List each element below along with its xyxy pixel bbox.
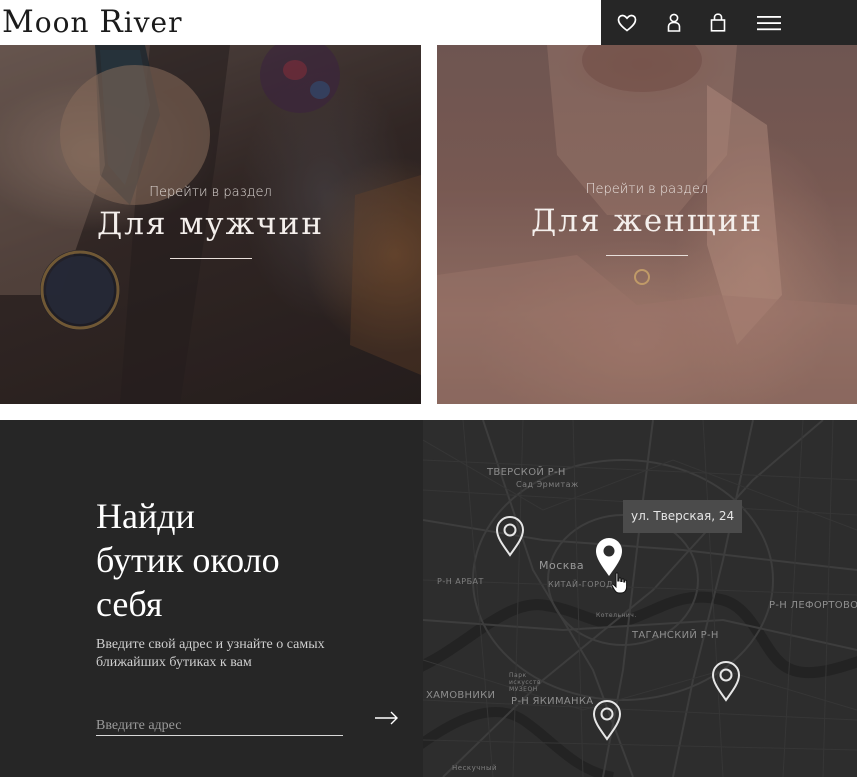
map-label-arbat: Р-Н АРБАТ <box>437 577 484 586</box>
logo-letter-r: R <box>99 4 124 40</box>
user-icon <box>667 13 681 32</box>
category-tile-men[interactable]: Перейти в раздел Для мужчин <box>0 45 421 404</box>
map-label-sad-ermitazh: Сад Эрмитаж <box>516 480 579 489</box>
boutique-finder: Найди бутик около себя Введите свой адре… <box>0 420 423 777</box>
finder-description: Введите свой адрес и узнайте о самых бли… <box>96 637 325 670</box>
menu-button[interactable] <box>749 0 789 45</box>
women-tile-subtitle: Перейти в раздел <box>585 182 709 197</box>
map-label-lefortovo: Р-Н ЛЕФОРТОВО <box>769 600 857 611</box>
men-tile-underline <box>169 258 252 259</box>
map-label-tverskoy: ТВЕРСКОЙ Р-Н <box>487 467 566 478</box>
cart-button[interactable] <box>698 0 738 45</box>
map-pin[interactable] <box>495 515 525 557</box>
favorites-button[interactable] <box>607 0 647 45</box>
finder-heading-line: Найди <box>96 496 195 536</box>
bag-icon <box>710 13 726 32</box>
map-label-yakimanka: Р-Н ЯКИМАНКА <box>511 696 594 707</box>
logo-letter-m: M <box>2 4 35 40</box>
site-header: Moon River <box>0 0 857 45</box>
section-divider <box>0 404 857 420</box>
women-tile-underline <box>606 255 688 256</box>
address-field-wrapper <box>96 716 343 736</box>
hand-cursor-icon <box>611 572 628 594</box>
map-pin-tooltip: ул. Тверская, 24 <box>623 500 743 533</box>
men-tile-title: Для мужчин <box>97 206 324 242</box>
arrow-right-icon <box>375 711 398 725</box>
finder-heading: Найди бутик около себя <box>96 494 396 626</box>
finder-heading-line: себя <box>96 584 163 624</box>
header-toolbar <box>601 0 857 45</box>
logo[interactable]: Moon River <box>2 5 182 39</box>
women-tile-caption: Перейти в раздел Для женщин <box>437 182 857 256</box>
address-submit-button[interactable] <box>371 706 403 730</box>
map-label-neskuchny: Нескучный <box>452 764 498 772</box>
logo-word-iver: iver <box>123 6 183 39</box>
map-label-taganskiy: ТАГАНСКИЙ Р-Н <box>632 630 719 641</box>
map-label-khamovniki: ХАМОВНИКИ <box>426 690 496 701</box>
men-tile-subtitle: Перейти в раздел <box>149 185 272 200</box>
map-label-kitay-gorod: КИТАЙ-ГОРОД <box>548 580 613 589</box>
men-tile-caption: Перейти в раздел Для мужчин <box>0 185 421 259</box>
address-input[interactable] <box>96 717 343 735</box>
finder-heading-line: бутик около <box>96 540 280 580</box>
women-tile-title: Для женщин <box>531 203 763 239</box>
map-pin[interactable] <box>711 660 741 702</box>
category-tile-women[interactable]: Перейти в раздел Для женщин <box>437 45 857 404</box>
logo-word-oon: oon <box>34 6 90 39</box>
boutique-map[interactable]: ТВЕРСКОЙ Р-Н Сад Эрмитаж Москва КИТАЙ-ГО… <box>423 420 857 777</box>
heart-icon <box>617 14 637 32</box>
map-label-park: Парк искусств МУЗЕОН <box>509 672 542 693</box>
account-button[interactable] <box>654 0 694 45</box>
map-label-kotelnich: Котельнич. <box>596 612 637 619</box>
map-label-moskva: Москва <box>539 559 585 572</box>
map-pin[interactable] <box>592 699 622 741</box>
menu-icon <box>757 15 781 30</box>
